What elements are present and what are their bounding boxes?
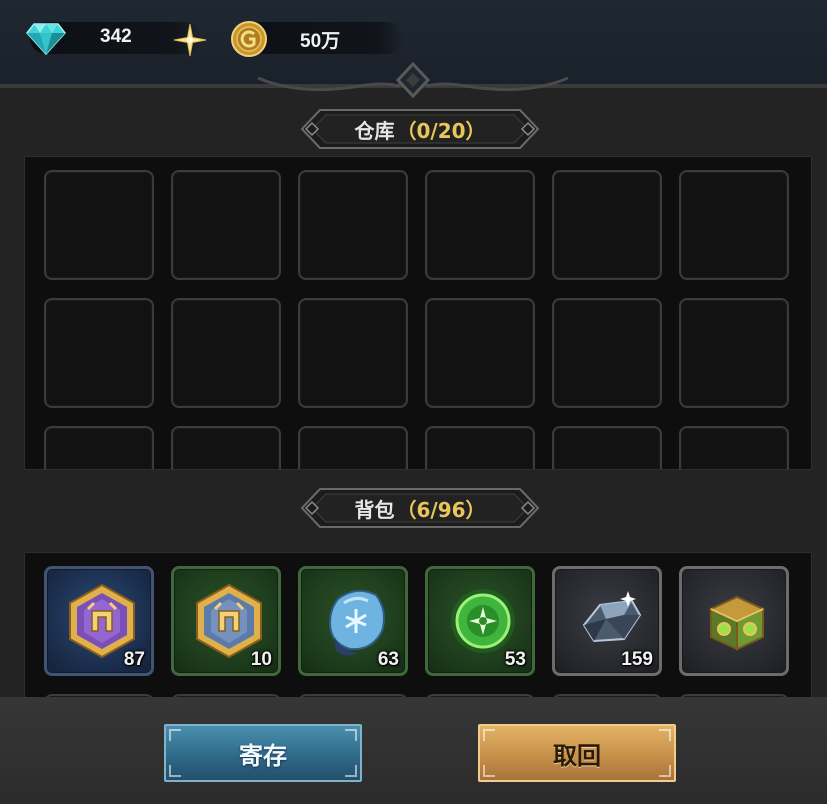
bag-slot-green-energy-orb[interactable]: 53 [425,566,535,676]
gold-coin-icon [231,21,267,57]
storage-slot[interactable] [552,426,662,469]
bag-slot-purple-helmet-emblem[interactable]: 87 [44,566,154,676]
item-quantity: 53 [504,649,526,670]
storage-slot[interactable] [44,426,154,469]
storage-slot[interactable] [679,170,789,280]
bag-slot-blue-helmet-emblem[interactable]: 10 [171,566,281,676]
item-quantity: 87 [123,649,145,670]
storage-title: 仓库 [354,118,395,143]
bag-grid: 87 10 63 53 159 [44,566,789,703]
storage-slot[interactable] [552,298,662,408]
item-quantity: 159 [621,649,653,670]
deposit-button[interactable]: 寄存 [164,724,362,782]
storage-slot[interactable] [425,170,535,280]
chest-icon [708,595,766,651]
gold-amount: 50万 [300,31,341,52]
bag-title: 背包 [354,497,395,522]
bag-slot-ice-rune-stone[interactable]: 63 [298,566,408,676]
bag-panel[interactable]: 87 10 63 53 159 [24,552,812,704]
bag-count: （6/96） [396,497,486,522]
storage-panel[interactable] [24,156,812,470]
storage-slot[interactable] [425,298,535,408]
storage-grid [44,170,789,469]
header-ornament [0,61,827,99]
bag-slot-green-treasure-chest[interactable] [679,566,789,676]
withdraw-label: 取回 [553,741,601,770]
storage-slot[interactable] [44,170,154,280]
storage-slot[interactable] [425,426,535,469]
bag-slot-dark-crystal[interactable]: 159 [552,566,662,676]
storage-slot[interactable] [171,298,281,408]
storage-slot[interactable] [298,170,408,280]
item-quantity: 10 [250,649,272,670]
storage-slot[interactable] [171,426,281,469]
diamond-icon [26,23,66,56]
add-sparkle-icon[interactable] [170,20,210,60]
storage-slot[interactable] [552,170,662,280]
deposit-label: 寄存 [239,741,287,770]
bag-title-banner: 背包 （6/96） [296,485,544,531]
storage-count: （0/20） [396,118,486,143]
storage-slot[interactable] [298,298,408,408]
gem-amount: 342 [100,26,132,47]
storage-title-banner: 仓库 （0/20） [296,106,544,152]
item-quantity: 63 [377,649,399,670]
storage-slot[interactable] [171,170,281,280]
storage-slot[interactable] [44,298,154,408]
withdraw-button[interactable]: 取回 [478,724,676,782]
action-bar: 寄存 取回 [0,697,827,804]
storage-slot[interactable] [679,426,789,469]
storage-slot[interactable] [298,426,408,469]
storage-slot[interactable] [679,298,789,408]
